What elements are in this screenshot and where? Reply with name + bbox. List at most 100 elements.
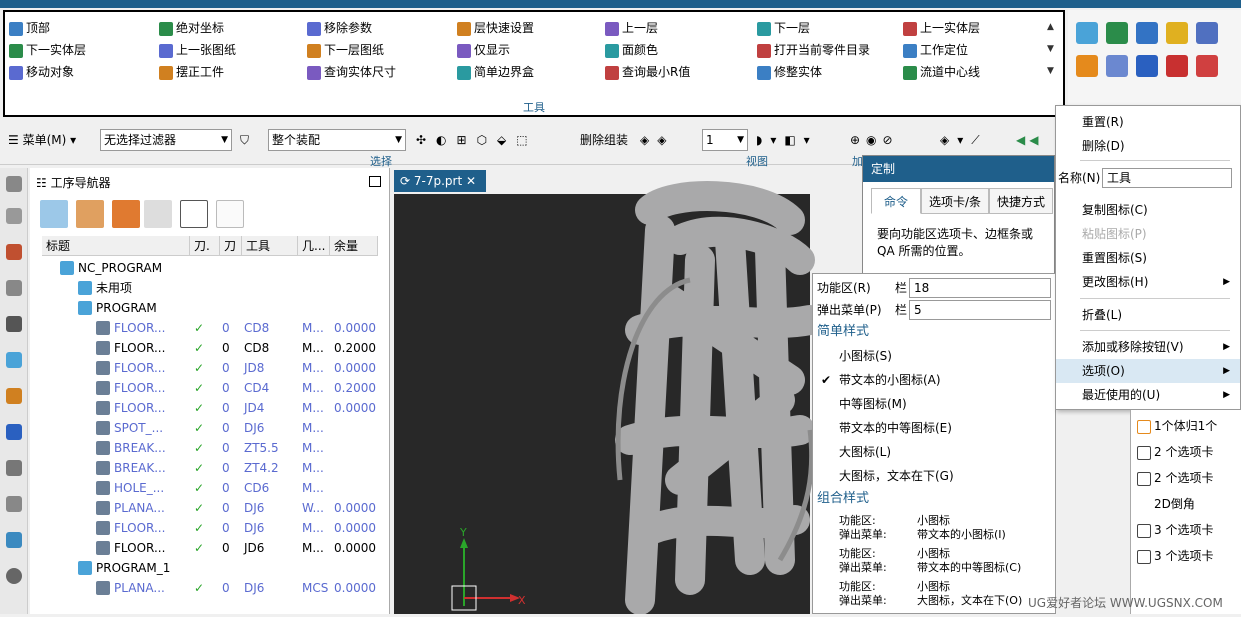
add-icon[interactable]: [180, 200, 208, 228]
table-row[interactable]: 未用项: [42, 278, 378, 298]
icon-3[interactable]: [1136, 22, 1158, 44]
ribbon-item-2-5[interactable]: 修整实体: [757, 62, 822, 82]
icon-10[interactable]: [1196, 55, 1218, 77]
method-view-icon[interactable]: [144, 200, 172, 228]
table-row[interactable]: FLOOR... ✓ 0 DJ6 M... 0.0000: [42, 518, 378, 538]
close-icon[interactable]: ✕: [462, 174, 476, 188]
remove-icon[interactable]: [216, 200, 244, 228]
ribbon-item-0-4[interactable]: 上一层: [605, 18, 658, 38]
column-header[interactable]: 刀: [220, 236, 242, 256]
table-row[interactable]: PLANA... ✓ 0 DJ6 MCS 0.0000: [42, 578, 378, 598]
table-row[interactable]: PROGRAM: [42, 298, 378, 318]
table-row[interactable]: BREAK... ✓ 0 ZT5.5 M...: [42, 438, 378, 458]
ribbon-item-0-2[interactable]: 移除参数: [307, 18, 372, 38]
ribbon-item-2-0[interactable]: 移动对象: [9, 62, 74, 82]
history-icon[interactable]: [6, 460, 22, 476]
menu-button[interactable]: ☰ 菜单(M) ▾: [8, 129, 76, 151]
icon-1[interactable]: [1076, 22, 1098, 44]
simple-style-option[interactable]: 大图标(L): [813, 441, 1057, 463]
table-row[interactable]: FLOOR... ✓ 0 JD6 M... 0.0000: [42, 538, 378, 558]
collapse-item[interactable]: 折叠(L): [1056, 303, 1240, 327]
ribbon-item-0-1[interactable]: 绝对坐标: [159, 18, 224, 38]
program-view-icon[interactable]: [40, 200, 68, 228]
machine-view-icon[interactable]: [76, 200, 104, 228]
view-tools[interactable]: ◗▾◧▾: [756, 129, 818, 151]
web-icon[interactable]: [6, 496, 22, 512]
simple-style-option[interactable]: 小图标(S): [813, 345, 1057, 367]
table-row[interactable]: PROGRAM_1: [42, 558, 378, 578]
constraint-icon[interactable]: [6, 280, 22, 296]
table-row[interactable]: FLOOR... ✓ 0 JD8 M... 0.0000: [42, 358, 378, 378]
ribbon-item-1-4[interactable]: 面颜色: [605, 40, 658, 60]
tool-icon[interactable]: [6, 388, 22, 404]
combo-style-option[interactable]: 功能区: 小图标 弹出菜单: 大图标，文本在下(O): [813, 580, 1057, 612]
table-row[interactable]: SPOT_... ✓ 0 DJ6 M...: [42, 418, 378, 438]
table-row[interactable]: NC_PROGRAM: [42, 258, 378, 278]
icon-7[interactable]: [1106, 55, 1128, 77]
ribbon-item-0-0[interactable]: 顶部: [9, 18, 50, 38]
simple-style-option[interactable]: 中等图标(M): [813, 393, 1057, 415]
ribbon-item-1-3[interactable]: 仅显示: [457, 40, 510, 60]
table-row[interactable]: PLANA... ✓ 0 DJ6 W... 0.0000: [42, 498, 378, 518]
ribbon-item-2-3[interactable]: 简单边界盒: [457, 62, 534, 82]
combo-style-option[interactable]: 功能区: 小图标 弹出菜单: 带文本的中等图标(C): [813, 547, 1057, 579]
assembly-icon[interactable]: [6, 244, 22, 260]
icon-6[interactable]: [1076, 55, 1098, 77]
filter-icon[interactable]: ⛉: [240, 129, 249, 151]
command-list-item[interactable]: 2 个选项卡: [1137, 440, 1213, 464]
table-row[interactable]: HOLE_... ✓ 0 CD6 M...: [42, 478, 378, 498]
table-row[interactable]: BREAK... ✓ 0 ZT4.2 M...: [42, 458, 378, 478]
gear-icon[interactable]: [6, 176, 22, 192]
simple-style-option[interactable]: 带文本的中等图标(E): [813, 417, 1057, 439]
geometry-view-icon[interactable]: [112, 200, 140, 228]
select-tools[interactable]: ✣◐⊞⬡⬙⬚: [416, 129, 538, 151]
number-select[interactable]: 1 ▼: [702, 129, 748, 151]
mcs-tools[interactable]: ⊕◉⊘: [850, 129, 899, 151]
recent-item[interactable]: 最近使用的(U) ▶: [1056, 383, 1240, 407]
icon-5[interactable]: [1196, 22, 1218, 44]
tab-commands[interactable]: 命令: [871, 188, 921, 214]
ribbon-item-0-3[interactable]: 层快速设置: [457, 18, 534, 38]
command-list-item[interactable]: 2 个选项卡: [1137, 466, 1213, 490]
reset-item[interactable]: 重置(R): [1056, 110, 1240, 134]
palette-icon[interactable]: [6, 532, 22, 548]
command-list-item[interactable]: 2D倒角: [1137, 492, 1195, 516]
operation-navigator-icon[interactable]: [6, 316, 22, 332]
column-header[interactable]: 刀.: [190, 236, 220, 256]
delete-item[interactable]: 删除(D): [1056, 134, 1240, 158]
machine-icon[interactable]: [6, 352, 22, 368]
icon-8[interactable]: [1136, 55, 1158, 77]
ribbon-item-0-5[interactable]: 下一层: [757, 18, 810, 38]
ribbon-item-2-6[interactable]: 流道中心线: [903, 62, 980, 82]
command-list-item[interactable]: 3 个选项卡: [1137, 544, 1213, 568]
part-icon[interactable]: [6, 208, 22, 224]
ribbon-item-2-1[interactable]: 摆正工件: [159, 62, 224, 82]
delete-group-button[interactable]: 删除组装: [580, 129, 628, 151]
filter-select[interactable]: 无选择过滤器 ▼: [100, 129, 232, 151]
ribbon-scroll[interactable]: ▲ ▼ ▼: [1047, 16, 1059, 82]
ribbon-item-1-6[interactable]: 工作定位: [903, 40, 968, 60]
cube-icon[interactable]: ◈◈: [640, 129, 674, 151]
layer-tools[interactable]: ◈▾⟋: [940, 129, 988, 151]
ribbon-item-2-2[interactable]: 查询实体尺寸: [307, 62, 396, 82]
ribbon-item-1-5[interactable]: 打开当前零件目录: [757, 40, 870, 60]
column-header[interactable]: 几...: [298, 236, 330, 256]
tab-shortcuts[interactable]: 快捷方式: [989, 188, 1053, 214]
table-row[interactable]: FLOOR... ✓ 0 CD8 M... 0.2000: [42, 338, 378, 358]
copy-icon-item[interactable]: 复制图标(C): [1056, 198, 1240, 222]
command-list-item[interactable]: 3 个选项卡: [1137, 518, 1213, 542]
ribbon-item-1-1[interactable]: 上一张图纸: [159, 40, 236, 60]
maximize-icon[interactable]: [369, 176, 381, 187]
ribbon-columns-input[interactable]: 18: [909, 278, 1051, 298]
popup-columns-input[interactable]: 5: [909, 300, 1051, 320]
table-row[interactable]: FLOOR... ✓ 0 CD8 M... 0.0000: [42, 318, 378, 338]
column-header[interactable]: 工具: [242, 236, 298, 256]
file-tab[interactable]: ⟳ 7-7p.prt ✕: [394, 170, 486, 192]
name-input[interactable]: 工具: [1102, 168, 1232, 188]
simple-style-option[interactable]: ✔ 带文本的小图标(A): [813, 369, 1057, 391]
clock-icon[interactable]: [6, 568, 22, 584]
nav-arrows[interactable]: ◀◀: [1016, 129, 1042, 151]
funnel-icon[interactable]: [1166, 22, 1188, 44]
table-row[interactable]: FLOOR... ✓ 0 JD4 M... 0.0000: [42, 398, 378, 418]
ribbon-item-0-6[interactable]: 上一实体层: [903, 18, 980, 38]
